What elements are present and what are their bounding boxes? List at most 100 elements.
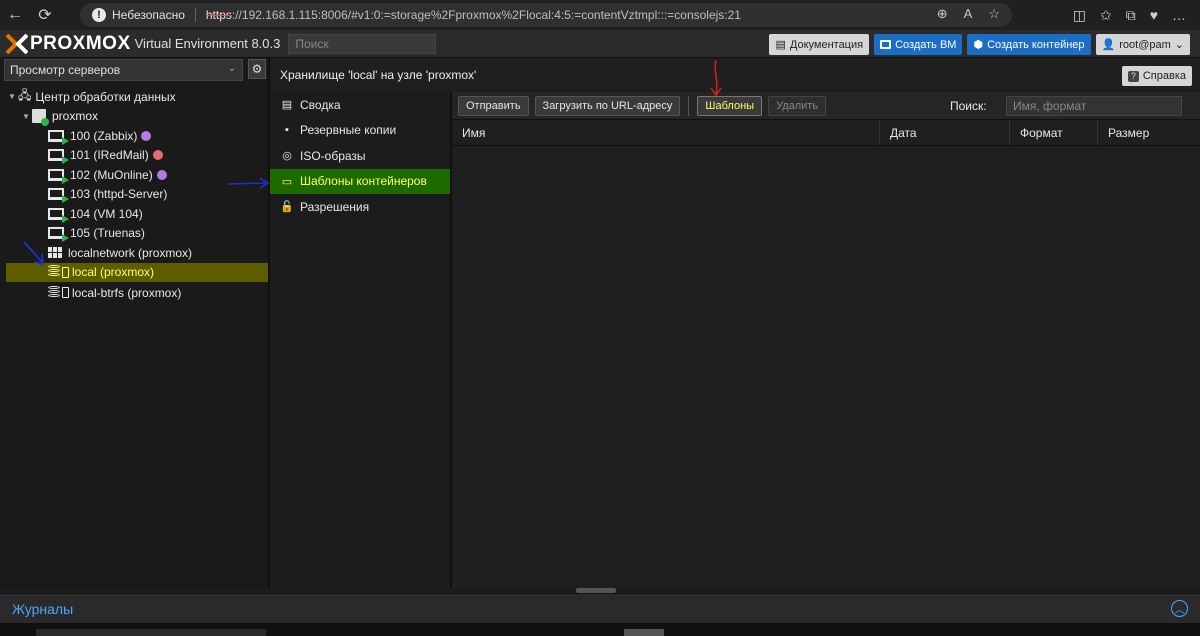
tree-node-proxmox[interactable]: ▼ proxmox <box>0 107 268 127</box>
menu-item-iso[interactable]: ◎ ISO-образы <box>270 143 450 169</box>
upload-button[interactable]: Отправить <box>458 95 529 116</box>
gear-icon[interactable]: ⚙ <box>248 59 266 79</box>
book-icon: ▤ <box>281 99 293 112</box>
menu-label: Резервные копии <box>300 123 397 138</box>
favorite-star-icon[interactable]: ☆ <box>988 6 1000 22</box>
column-name[interactable]: Имя <box>452 120 880 145</box>
column-format[interactable]: Формат <box>1010 120 1098 145</box>
version-label: Virtual Environment 8.0.3 <box>134 36 281 51</box>
annotation-arrow-blue <box>23 241 45 266</box>
proxmox-logo: PROXMOX Virtual Environment 8.0.3 <box>0 33 280 55</box>
tree-node-storage-btrfs[interactable]: local-btrfs (proxmox) <box>0 283 268 303</box>
book-icon: ▤ <box>775 39 786 51</box>
menu-label: Шаблоны контейнеров <box>300 174 427 189</box>
create-vm-label: Создать ВМ <box>895 38 957 51</box>
tree-label: localnetwork (proxmox) <box>68 245 193 260</box>
menu-label: Разрешения <box>300 199 370 214</box>
content-header: Хранилище 'local' на узле 'proxmox' ? Сп… <box>270 58 1200 92</box>
floppy-icon: ▪ <box>285 124 289 137</box>
help-label: Справка <box>1142 70 1186 82</box>
content-panel: Хранилище 'local' на узле 'proxmox' ? Сп… <box>270 58 1200 588</box>
network-grid-icon <box>48 247 62 259</box>
expand-up-icon[interactable]: ︿ <box>1171 600 1188 617</box>
taskbar-item <box>624 629 664 636</box>
remove-button[interactable]: Удалить <box>768 95 827 116</box>
zoom-icon[interactable]: ⊕ <box>937 6 948 22</box>
user-icon: 👤 <box>1101 39 1116 51</box>
insecure-label: Небезопасно <box>112 8 196 22</box>
folder-icon: ▭ <box>281 175 293 188</box>
read-aloud-icon[interactable]: A <box>964 6 973 22</box>
documentation-button[interactable]: ▤ Документация <box>769 34 870 55</box>
refresh-icon[interactable]: ⟳ <box>30 0 60 30</box>
column-date[interactable]: Дата <box>880 120 1010 145</box>
create-vm-button[interactable]: Создать ВМ <box>874 34 963 55</box>
tree-label: local (proxmox) <box>72 265 155 280</box>
browser-toolbar: ← ⟳ ! Небезопасно https://192.168.1.115:… <box>0 0 1200 30</box>
menu-item-summary[interactable]: ▤ Сводка <box>270 92 450 118</box>
view-select-value: Просмотр серверов <box>10 63 121 77</box>
main-area: Просмотр серверов ⌄ ⚙ ▼ 🖧 Центр обработк… <box>0 58 1200 588</box>
templates-button[interactable]: Шаблоны <box>697 95 763 116</box>
vm-running-icon <box>48 207 69 223</box>
more-menu-icon[interactable]: … <box>1172 7 1186 23</box>
favorites-icon[interactable]: ✩ <box>1100 7 1112 24</box>
collections-icon[interactable]: ⧉ <box>1126 7 1136 24</box>
header-buttons: ▤ Документация Создать ВМ ⬢ Создать конт… <box>769 34 1190 55</box>
user-menu-button[interactable]: 👤 root@pam ⌄ <box>1095 34 1190 55</box>
create-container-label: Создать контейнер <box>987 38 1085 51</box>
tree-node-datacenter[interactable]: ▼ 🖧 Центр обработки данных <box>0 87 268 107</box>
menu-item-backups[interactable]: ▪ Резервные копии <box>270 118 450 144</box>
extension-icon[interactable]: ♥ <box>1150 7 1158 23</box>
cube-icon: ⬢ <box>973 39 984 51</box>
split-screen-icon[interactable]: ◫ <box>1073 7 1086 24</box>
header-search-input[interactable]: Поиск <box>288 33 437 54</box>
templates-grid: Отправить Загрузить по URL-адресу Шаблон… <box>452 92 1200 588</box>
chevron-down-icon: ⌄ <box>1174 39 1184 51</box>
tree-label: Центр обработки данных <box>35 89 176 104</box>
tree-label: 103 (httpd-Server) <box>70 187 168 202</box>
address-bar-icons: ⊕ A ☆ <box>937 6 1000 22</box>
help-button[interactable]: ? Справка <box>1121 66 1192 86</box>
view-select[interactable]: Просмотр серверов ⌄ <box>4 59 243 81</box>
address-bar[interactable]: ! Небезопасно https://192.168.1.115:8006… <box>80 3 1012 27</box>
collapse-toggle-icon[interactable]: ▼ <box>6 92 18 101</box>
tag-icon <box>141 130 152 141</box>
column-size[interactable]: Размер <box>1098 120 1198 145</box>
back-icon[interactable]: ← <box>0 0 30 30</box>
search-input[interactable]: Имя, формат <box>1006 96 1182 116</box>
resource-tree: ▼ 🖧 Центр обработки данных ▼ proxmox 100… <box>0 87 268 303</box>
url-text: https://192.168.1.115:8006/#v1:0:=storag… <box>206 8 741 22</box>
logs-title: Журналы <box>12 600 74 617</box>
device-icon <box>62 266 69 278</box>
collapse-toggle-icon[interactable]: ▼ <box>20 112 32 121</box>
tree-label: 104 (VM 104) <box>70 206 143 221</box>
tree-label: 101 (IRedMail) <box>70 148 149 163</box>
server-icon <box>32 109 49 127</box>
content-body: ▤ Сводка ▪ Резервные копии ◎ ISO-образы … <box>270 92 1200 588</box>
vm-running-icon <box>48 227 69 243</box>
tree-label: proxmox <box>52 109 99 124</box>
tree-node-vm-101[interactable]: 101 (IRedMail) <box>0 146 268 166</box>
logo-text: PROXMOX <box>30 32 131 54</box>
menu-item-ct-templates[interactable]: ▭ Шаблоны контейнеров <box>270 168 450 194</box>
menu-label: ISO-образы <box>300 148 366 163</box>
proxmox-x-icon <box>6 33 28 54</box>
grid-toolbar: Отправить Загрузить по URL-адресу Шаблон… <box>452 92 1200 120</box>
download-url-button[interactable]: Загрузить по URL-адресу <box>534 95 681 116</box>
search-label: Поиск: <box>950 99 987 113</box>
tree-label: 105 (Truenas) <box>70 226 145 241</box>
tag-icon <box>156 169 167 180</box>
tree-label: local-btrfs (proxmox) <box>72 285 182 300</box>
storage-icon <box>48 265 60 279</box>
create-container-button[interactable]: ⬢ Создать контейнер <box>967 34 1091 55</box>
menu-item-permissions[interactable]: 🔓 Разрешения <box>270 194 450 220</box>
device-icon <box>62 287 69 299</box>
tree-node-vm-100[interactable]: 100 (Zabbix) <box>0 126 268 146</box>
tree-label: 102 (MuOnline) <box>70 167 153 182</box>
warning-icon: ! <box>92 8 106 22</box>
logs-panel-header[interactable]: Журналы ︿ <box>0 593 1200 623</box>
proxmox-header: PROXMOX Virtual Environment 8.0.3 Поиск … <box>0 30 1200 58</box>
column-header-row: Имя Дата Формат Размер <box>452 120 1200 146</box>
tree-node-vm-104[interactable]: 104 (VM 104) <box>0 204 268 224</box>
